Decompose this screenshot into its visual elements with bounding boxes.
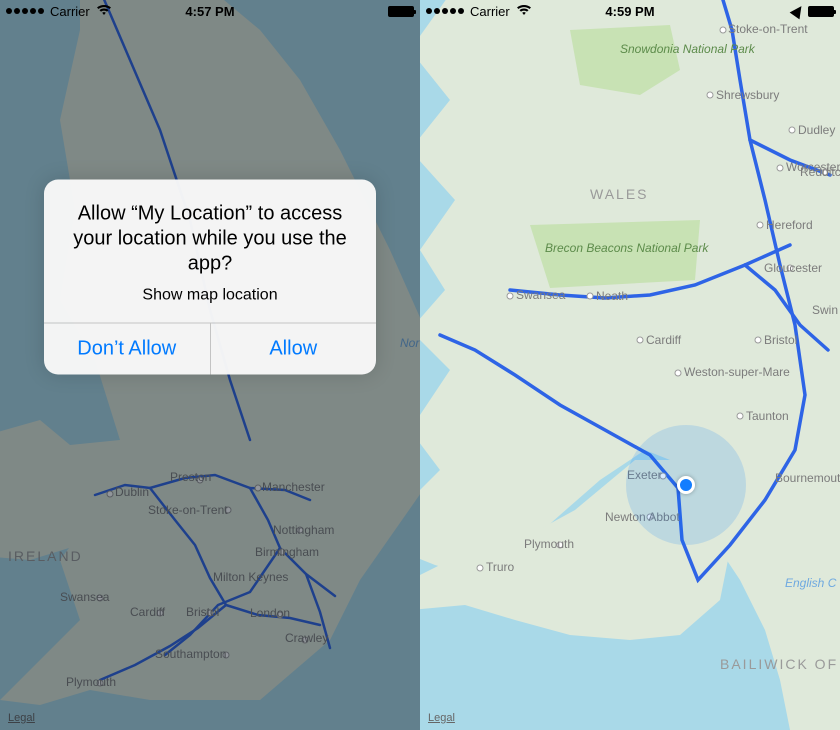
status-bar-right: Carrier 4:59 PM — [420, 0, 840, 22]
battery-icon — [808, 6, 834, 17]
user-location-dot — [677, 476, 695, 494]
city-dot — [675, 370, 682, 377]
location-services-icon — [790, 3, 807, 20]
allow-button[interactable]: Allow — [210, 324, 377, 375]
status-right-cluster — [792, 5, 834, 17]
city-dot — [777, 165, 784, 172]
carrier-label: Carrier — [50, 4, 90, 19]
city-dot — [720, 27, 727, 34]
city-dot — [789, 127, 796, 134]
city-dot — [822, 169, 829, 176]
map-right[interactable]: Stoke-on-Trent Snowdonia National Park S… — [420, 0, 840, 730]
alert-buttons: Don’t Allow Allow — [44, 323, 376, 375]
city-dot — [477, 565, 484, 572]
alert-message: Show map location — [64, 287, 356, 305]
city-dot — [787, 265, 794, 272]
status-left-cluster: Carrier — [6, 4, 112, 19]
wifi-icon — [96, 4, 112, 19]
signal-dots-icon — [6, 8, 44, 14]
location-permission-alert: Allow “My Location” to access your locat… — [44, 180, 376, 375]
map-land — [420, 0, 840, 730]
alert-body: Allow “My Location” to access your locat… — [44, 180, 376, 323]
status-bar-left: Carrier 4:57 PM — [0, 0, 420, 22]
city-dot — [737, 413, 744, 420]
city-dot — [757, 222, 764, 229]
wifi-icon — [516, 4, 532, 19]
battery-icon — [388, 6, 414, 17]
city-dot — [587, 293, 594, 300]
signal-dots-icon — [426, 8, 464, 14]
phone-right: Carrier 4:59 PM — [420, 0, 840, 730]
legal-link[interactable]: Legal — [428, 712, 455, 724]
city-dot — [707, 92, 714, 99]
alert-title: Allow “My Location” to access your locat… — [64, 202, 356, 277]
status-left-cluster: Carrier — [426, 4, 532, 19]
phone-left: Carrier 4:57 PM — [0, 0, 420, 730]
city-dot — [755, 337, 762, 344]
city-dot — [507, 293, 514, 300]
city-dot — [557, 542, 564, 549]
carrier-label: Carrier — [470, 4, 510, 19]
status-right-cluster — [388, 6, 414, 17]
city-dot — [637, 337, 644, 344]
dont-allow-button[interactable]: Don’t Allow — [44, 324, 210, 375]
